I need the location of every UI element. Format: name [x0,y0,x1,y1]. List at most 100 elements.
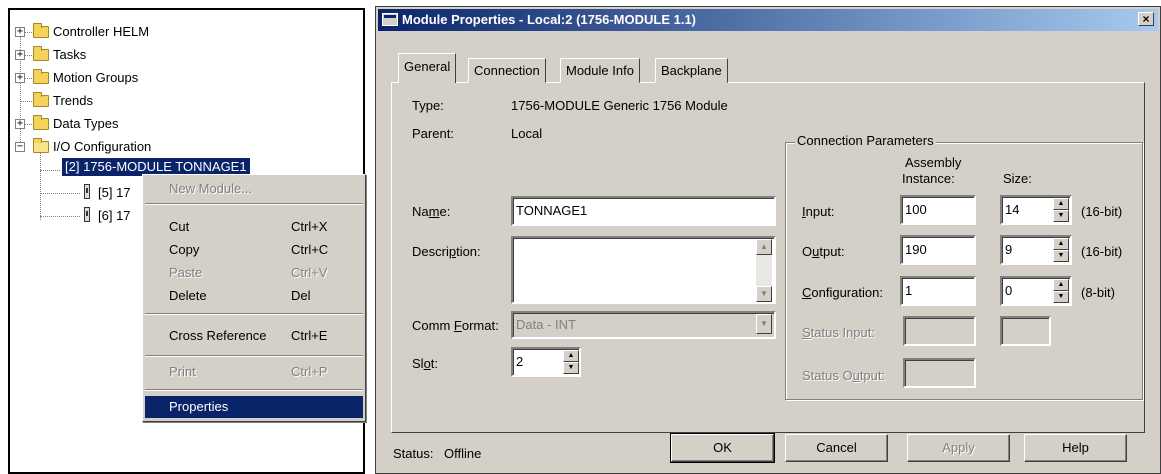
name-field[interactable]: TONNAGE1 [511,196,776,226]
help-button[interactable]: Help [1024,434,1127,462]
close-icon[interactable]: × [1138,12,1154,26]
menu-item-shortcut: Ctrl+E [291,328,328,343]
ok-button[interactable]: OK [670,433,775,463]
tree-connector [40,152,41,220]
spin-up-icon[interactable]: ▲ [1053,238,1069,250]
tree-connector [40,193,80,194]
menu-item-copy[interactable]: Copy Ctrl+C [145,239,363,261]
menu-item-paste[interactable]: Paste Ctrl+V [145,262,363,284]
scroll-down-icon[interactable]: ▼ [756,286,772,302]
slot-label: Slot: [412,356,439,371]
spin-down-icon[interactable]: ▼ [1053,250,1069,262]
spin-down-icon[interactable]: ▼ [563,362,579,374]
status-input-instance-field[interactable] [903,316,976,346]
menu-item-label: Properties [169,399,229,414]
tree-item-tasks[interactable]: Tasks [53,47,86,63]
output-instance-field[interactable]: 190 [900,235,976,265]
dialog-title: Module Properties - Local:2 (1756-MODULE… [402,12,697,27]
tree-item-module-slot5[interactable]: [5] 17 [98,185,131,201]
dialog-titlebar[interactable]: Module Properties - Local:2 (1756-MODULE… [378,9,1158,31]
expand-icon[interactable]: + [15,119,25,129]
configuration-label: Configuration: [802,285,883,300]
context-menu: New Module... Cut Ctrl+X Copy Ctrl+C Pas… [142,174,366,422]
tree-connector [24,124,32,125]
folder-icon [33,46,49,61]
status-input-size-field[interactable] [1000,316,1051,346]
folder-icon [33,92,49,107]
apply-button[interactable]: Apply [907,434,1010,462]
window-icon [382,13,398,26]
size-header: Size: [1003,171,1032,186]
description-label: Description: [412,244,481,259]
slot-spinner[interactable]: ▲ ▼ [563,350,579,374]
spin-up-icon[interactable]: ▲ [1053,279,1069,291]
parent-label: Parent: [412,126,454,141]
folder-icon [33,23,49,38]
tree-item-controller-helm[interactable]: Controller HELM [53,24,149,40]
menu-item-label: Paste [169,265,203,280]
tab-backplane[interactable]: Backplane [655,58,728,83]
menu-item-cross-reference[interactable]: Cross Reference Ctrl+E [145,325,363,347]
tree-connector [20,101,32,102]
menu-item-print[interactable]: Print Ctrl+P [145,361,363,383]
menu-item-label: Print [169,364,196,379]
comm-format-label: Comm Format: [412,318,499,333]
folder-icon [33,115,49,130]
parent-value: Local [511,126,543,141]
menu-item-shortcut: Ctrl+V [291,265,328,280]
folder-icon [33,69,49,84]
open-folder-icon [33,138,49,153]
menu-item-delete[interactable]: Delete Del [145,285,363,307]
chevron-down-icon[interactable]: ▼ [756,314,772,334]
tree-connector [24,55,32,56]
tree-item-module-slot6[interactable]: [6] 17 [98,208,131,224]
menu-item-properties[interactable]: Properties [145,396,363,418]
menu-separator [145,203,363,205]
module-icon [84,184,90,199]
scroll-up-icon[interactable]: ▲ [756,239,772,255]
collapse-icon[interactable]: − [15,142,25,152]
spin-up-icon[interactable]: ▲ [563,350,579,362]
spin-up-icon[interactable]: ▲ [1053,198,1069,210]
menu-item-new-module[interactable]: New Module... [145,178,363,200]
input-size-spinner[interactable]: ▲ ▼ [1053,198,1069,222]
menu-separator [145,389,363,391]
expand-icon[interactable]: + [15,27,25,37]
expand-icon[interactable]: + [15,50,25,60]
menu-separator [145,313,363,315]
tab-connection[interactable]: Connection [468,58,546,83]
menu-item-shortcut: Ctrl+X [291,219,328,234]
output-size-unit: (16-bit) [1081,244,1123,259]
input-label: Input: [802,204,835,219]
configuration-instance-field[interactable]: 1 [900,276,976,306]
comm-format-select[interactable]: Data - INT [511,311,776,339]
menu-item-label: Cross Reference [169,328,267,343]
tree-item-io-configuration[interactable]: I/O Configuration [53,139,151,155]
configuration-size-spinner[interactable]: ▲ ▼ [1053,279,1069,303]
status-output-instance-field[interactable] [903,358,976,388]
spin-down-icon[interactable]: ▼ [1053,210,1069,222]
tab-module-info[interactable]: Module Info [560,58,640,83]
output-size-spinner[interactable]: ▲ ▼ [1053,238,1069,262]
tree-item-motion-groups[interactable]: Motion Groups [53,70,138,86]
assembly-header: Assembly [905,155,962,170]
menu-item-label: Cut [169,219,190,234]
description-field[interactable] [511,236,776,304]
tree-item-trends[interactable]: Trends [53,93,93,109]
status-label: Status: [393,446,434,461]
tree-item-data-types[interactable]: Data Types [53,116,119,132]
name-label: Name: [412,204,451,219]
spin-down-icon[interactable]: ▼ [1053,291,1069,303]
description-scrollbar[interactable]: ▲ ▼ [756,239,772,302]
menu-item-label: Copy [169,242,200,257]
tab-general[interactable]: General [398,53,457,83]
cancel-button[interactable]: Cancel [785,434,888,462]
expand-icon[interactable]: + [15,73,25,83]
output-label: Output: [802,244,845,259]
menu-item-cut[interactable]: Cut Ctrl+X [145,216,363,238]
instance-header: Instance: [902,171,955,186]
configuration-size-unit: (8-bit) [1081,285,1115,300]
input-instance-field[interactable]: 100 [900,195,976,225]
tree-connector [24,78,32,79]
menu-item-shortcut: Ctrl+C [291,242,329,257]
